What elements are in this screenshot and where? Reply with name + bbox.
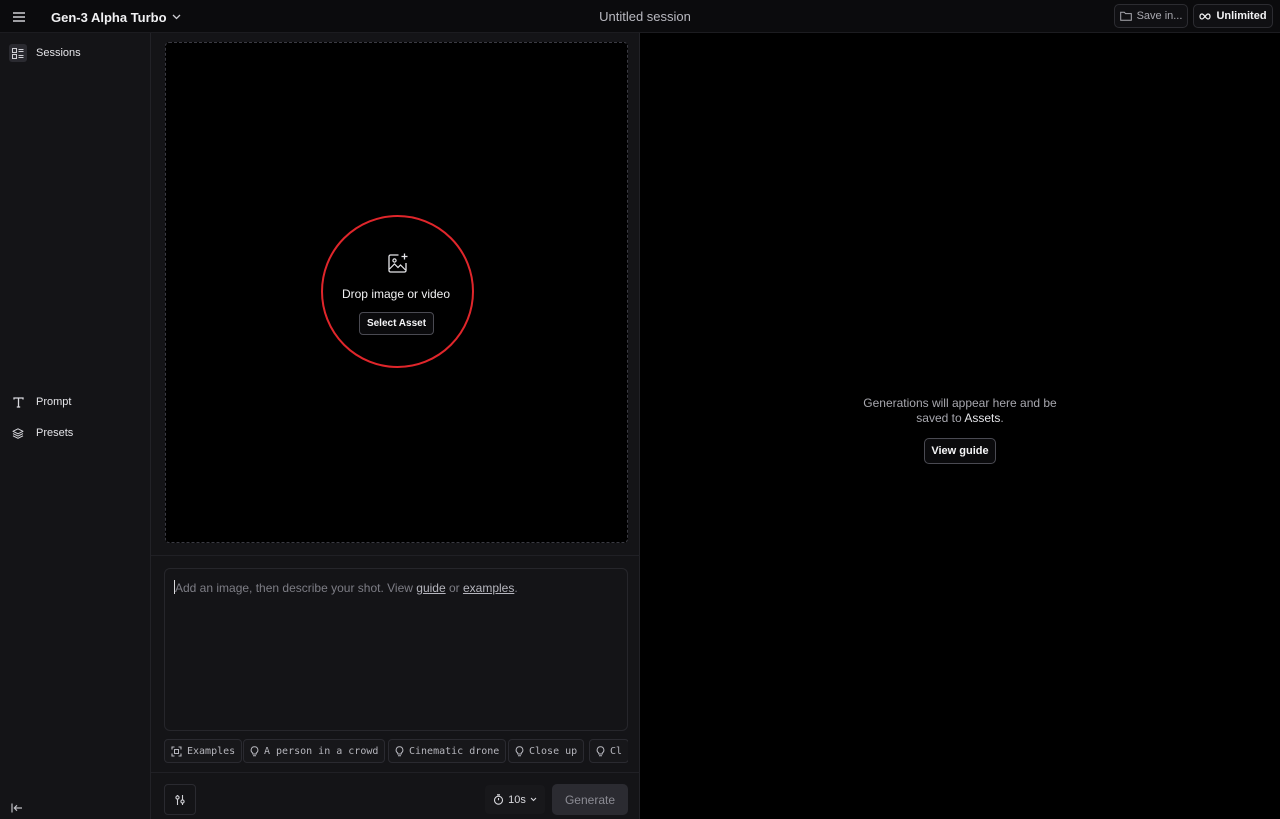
unlimited-plan-button[interactable]: Unlimited [1193,4,1273,28]
chip-label: Close up [529,745,578,757]
text-icon [9,393,27,411]
divider [151,772,640,773]
prompt-suggestions: Examples A person in a crowd Cinematic d… [164,739,628,765]
infinity-icon [1199,12,1212,20]
chip-label: Cl [610,745,623,757]
results-panel: Generations will appear here and be save… [641,33,1280,819]
bulb-icon [250,745,259,756]
assets-link[interactable]: Assets [964,411,1000,425]
bulb-icon [395,745,404,756]
duration-value: 10s [508,793,526,806]
or-text: or [445,581,463,595]
settings-button[interactable] [164,784,196,815]
view-guide-button[interactable]: View guide [924,438,996,464]
prompt-placeholder: Add an image, then describe your shot. V… [174,580,518,595]
collapse-sidebar-icon[interactable] [11,800,27,816]
duration-selector[interactable]: 10s [485,785,545,814]
left-sidebar: Sessions Prompt Presets [0,33,151,819]
suggestion-chip[interactable]: A person in a crowd [243,739,386,763]
sessions-icon [9,44,27,62]
session-title[interactable]: Untitled session [0,9,1280,24]
suggestion-chip[interactable]: Cinematic drone [388,739,507,763]
examples-chip[interactable]: Examples [164,739,243,763]
chevron-down-icon [530,797,537,802]
placeholder-text: Add an image, then describe your shot. V… [175,581,417,595]
chip-label: Cinematic drone [409,745,500,757]
placeholder-suffix: . [514,581,518,595]
chip-label: A person in a crowd [264,745,379,757]
unlimited-label: Unlimited [1216,10,1267,22]
sidebar-item-label: Prompt [36,396,72,408]
dropzone-label: Drop image or video [341,287,451,301]
sliders-icon [175,794,185,805]
suggestion-chip[interactable]: Cl [589,739,628,763]
save-in-label: Save in... [1136,10,1183,22]
folder-icon [1119,11,1132,21]
empty-state-message: Generations will appear here and be save… [841,396,1079,426]
examples-link[interactable]: examples [463,581,514,595]
sidebar-item-prompt[interactable]: Prompt [9,392,71,412]
empty-state-line: Generations will appear here and be [863,396,1057,410]
guide-link[interactable]: guide [416,581,445,595]
layers-icon [9,424,27,442]
empty-state-suffix: . [1000,411,1004,425]
empty-state-line: saved to Assets. [841,411,1079,426]
select-asset-button[interactable]: Select Asset [359,312,434,335]
stopwatch-icon [494,794,504,805]
empty-state-text: saved to [916,411,965,425]
sidebar-item-sessions[interactable]: Sessions [9,43,81,63]
bulb-icon [596,745,605,756]
sidebar-item-label: Presets [36,427,74,439]
top-bar: Gen-3 Alpha Turbo Untitled session Save … [0,0,1280,33]
suggestion-chip[interactable]: Close up [508,739,585,763]
generate-button[interactable]: Generate [552,784,628,815]
save-in-button[interactable]: Save in... [1114,4,1188,28]
prompt-textarea[interactable]: Add an image, then describe your shot. V… [164,568,628,731]
bulb-icon [515,745,524,756]
add-image-icon [387,252,409,274]
divider [151,555,640,556]
scan-icon [171,745,182,757]
sidebar-item-label: Sessions [36,47,81,59]
media-dropzone[interactable]: Drop image or video Select Asset [165,42,628,543]
chip-label: Examples [187,745,236,757]
sidebar-item-presets[interactable]: Presets [9,423,73,443]
input-panel: Drop image or video Select Asset Add an … [151,33,640,819]
